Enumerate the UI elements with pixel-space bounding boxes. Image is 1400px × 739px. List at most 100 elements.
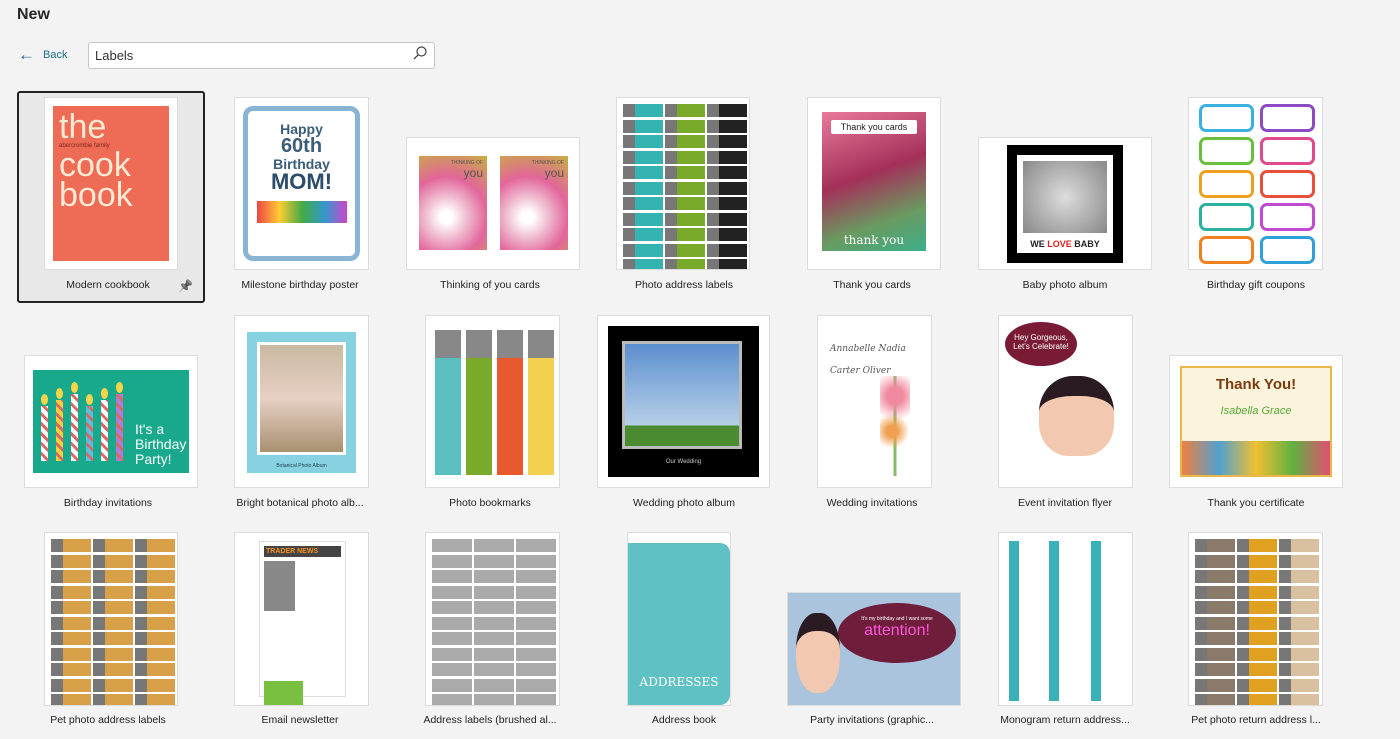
thumbnail-art <box>749 259 750 270</box>
thumbnail-art <box>93 570 105 583</box>
template-thumbnail-petreturn[interactable] <box>1188 532 1323 706</box>
thumbnail-art <box>1279 663 1291 676</box>
template-label[interactable]: Modern cookbook <box>13 279 203 291</box>
thumbnail-art <box>623 104 663 117</box>
thumbnail-art <box>432 694 472 705</box>
template-label[interactable]: Wedding photo album <box>589 497 779 509</box>
template-thumbnail-cookbook[interactable]: the abercrombie family cook book <box>44 97 178 270</box>
thumbnail-art <box>1237 539 1249 552</box>
template-label[interactable]: Pet photo address labels <box>13 714 203 726</box>
thumbnail-art <box>665 150 677 164</box>
template-label[interactable]: Party invitations (graphic... <box>777 714 967 726</box>
template-thumbnail-thinking[interactable]: THINKING OF you THINKING OF you <box>406 137 580 270</box>
template-thumbnail-candles[interactable]: It's a Birthday Party! <box>24 355 198 488</box>
thumbnail-art <box>516 554 556 568</box>
template-thumbnail-thankyou[interactable]: Thank you cards thank you <box>807 97 941 270</box>
thumbnail-art <box>1195 539 1207 552</box>
template-label[interactable]: Address book <box>589 714 779 726</box>
pin-icon[interactable]: 📌 <box>178 279 193 293</box>
template-thumbnail-petlabels[interactable] <box>44 532 178 706</box>
template-thumbnail-baby[interactable]: WE LOVE BABY <box>978 137 1152 270</box>
back-button[interactable]: ← Back <box>18 46 67 63</box>
template-label[interactable]: Bright botanical photo alb... <box>205 497 395 509</box>
thumbnail-art <box>1279 539 1291 552</box>
thumbnail-art <box>707 166 719 179</box>
search-box[interactable] <box>88 42 435 69</box>
thumbnail-art <box>135 647 175 661</box>
template-label[interactable]: Address labels (brushed al... <box>395 714 585 726</box>
template-label[interactable]: Baby photo album <box>970 279 1160 291</box>
thumbnail-art: you <box>463 166 483 180</box>
template-thumbnail-weddinginv[interactable]: Annabelle Nadia Carter Oliver <box>817 315 932 488</box>
thumbnail-art <box>93 539 105 552</box>
thumbnail-art <box>749 228 750 241</box>
thumbnail-art <box>51 554 91 568</box>
search-icon[interactable] <box>412 45 428 66</box>
thumbnail-art <box>707 243 719 257</box>
thumbnail-art: ADDRESSES <box>628 543 730 705</box>
template-thumbnail-party[interactable]: It's my birthday and I want some attentio… <box>787 592 961 706</box>
thumbnail-art <box>1195 647 1207 661</box>
thumbnail-art <box>707 259 747 269</box>
template-thumbnail-brushed[interactable] <box>425 532 560 706</box>
template-label[interactable]: Milestone birthday poster <box>205 279 395 291</box>
template-thumbnail-coupons[interactable] <box>1188 97 1323 270</box>
template-thumbnail-botanical[interactable]: Botanical Photo Album <box>234 315 369 488</box>
template-thumbnail-flyer[interactable]: Hey Gorgeous, Let's Celebrate! <box>998 315 1133 488</box>
template-label[interactable]: Photo address labels <box>589 279 779 291</box>
template-label[interactable]: Event invitation flyer <box>970 497 1160 509</box>
template-label[interactable]: Photo bookmarks <box>395 497 585 509</box>
thumbnail-art <box>516 539 556 552</box>
thumbnail-art: WE LOVE BABY <box>1007 145 1123 263</box>
thumbnail-art <box>1237 554 1249 568</box>
thumbnail-art <box>749 244 750 257</box>
template-label[interactable]: Thank you certificate <box>1161 497 1351 509</box>
thumbnail-art <box>665 259 677 269</box>
thumbnail-art <box>1199 170 1254 198</box>
template-thumbnail-monogram[interactable] <box>998 532 1133 706</box>
thumbnail-art <box>1039 376 1114 456</box>
template-label[interactable]: Email newsletter <box>205 714 395 726</box>
template-label[interactable]: Monogram return address... <box>970 714 1160 726</box>
thumbnail-art <box>432 539 472 552</box>
template-label[interactable]: Thank you cards <box>777 279 967 291</box>
thumbnail-art <box>474 678 514 692</box>
thumbnail-art <box>474 694 514 705</box>
template-thumbnail-newsletter[interactable]: TRADER NEWS <box>234 532 369 706</box>
template-thumbnail-photolabels[interactable] <box>616 97 750 270</box>
template-thumbnail-poster[interactable]: Happy 60th Birthday MOM! <box>234 97 369 270</box>
template-thumbnail-addressbook[interactable]: ADDRESSES <box>627 532 731 706</box>
thumbnail-art <box>623 212 663 226</box>
thumbnail-art <box>1195 678 1235 692</box>
thumbnail-art: the abercrombie family cook book <box>53 106 169 261</box>
thumbnail-art <box>474 647 514 661</box>
template-label[interactable]: Wedding invitations <box>777 497 967 509</box>
thumbnail-art <box>51 663 63 676</box>
thumbnail-art <box>623 259 635 269</box>
thumbnail-art <box>51 570 63 583</box>
template-label[interactable]: Thinking of you cards <box>395 279 585 291</box>
thumbnail-art <box>135 663 147 676</box>
thumbnail-art <box>749 135 750 148</box>
template-label[interactable]: Pet photo return address l... <box>1161 714 1351 726</box>
thumbnail-art <box>1237 539 1277 552</box>
thumbnail-art <box>623 150 635 164</box>
thumbnail-art: Our Wedding <box>665 459 702 465</box>
search-input[interactable] <box>95 48 412 63</box>
thumbnail-art <box>466 330 492 358</box>
template-thumbnail-wedding[interactable]: Our Wedding <box>597 315 770 488</box>
template-thumbnail-certificate[interactable]: Thank You! Isabella Grace <box>1169 355 1343 488</box>
thumbnail-art <box>623 197 635 210</box>
thumbnail-art <box>51 539 63 552</box>
thumbnail-art <box>623 104 635 117</box>
template-thumbnail-bookmarks[interactable] <box>425 315 560 488</box>
template-label[interactable]: Birthday invitations <box>13 497 203 509</box>
thumbnail-art <box>665 119 705 133</box>
thumbnail-art <box>516 694 556 705</box>
thumbnail-art <box>665 228 677 241</box>
thumbnail-art <box>51 585 91 599</box>
thumbnail-art <box>749 182 750 195</box>
template-label[interactable]: Birthday gift coupons <box>1161 279 1351 291</box>
thumbnail-art <box>749 213 750 226</box>
thumbnail-art <box>623 119 635 133</box>
